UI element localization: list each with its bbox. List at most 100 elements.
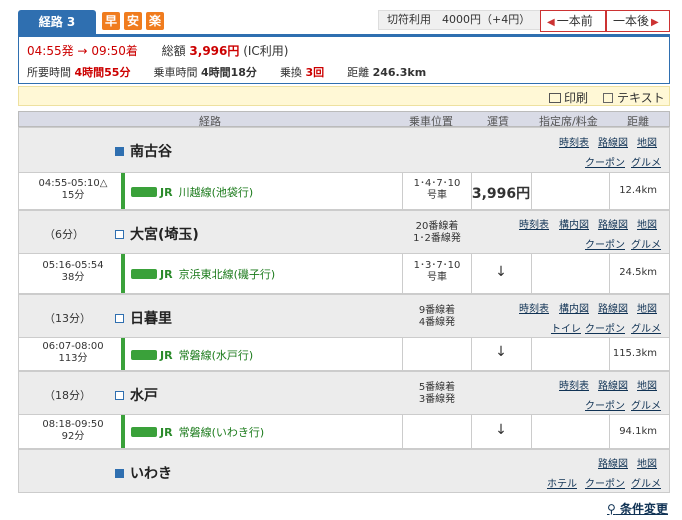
route-header: 経路 3 早 安 楽 切符利用 4000円（+4円） ◀ 一本前 一本後 ▶: [18, 10, 670, 34]
gourmet-link[interactable]: グルメ: [631, 236, 661, 251]
gourmet-link[interactable]: グルメ: [631, 320, 661, 335]
segment-distance: 94.1km: [619, 426, 657, 437]
gourmet-link[interactable]: グルメ: [631, 154, 661, 169]
route-tab[interactable]: 経路 3: [18, 10, 96, 34]
coupon-link[interactable]: クーポン: [585, 475, 625, 490]
route-map-link[interactable]: 路線図: [598, 377, 628, 392]
summary-line-2: 所要時間 4時間55分 乗車時間 4時間18分 乗換 3回 距離 246.3km: [27, 64, 426, 80]
rail-line-bar: [121, 338, 125, 370]
print-toolbar: 印刷 テキスト: [18, 86, 670, 106]
gourmet-link[interactable]: グルメ: [631, 475, 661, 490]
rail-line-bar: [121, 415, 125, 448]
line-name: 川越線(池袋行): [178, 186, 254, 199]
timetable-link[interactable]: 時刻表: [559, 134, 589, 149]
coupon-link[interactable]: クーポン: [585, 397, 625, 412]
coupon-link[interactable]: クーポン: [585, 320, 625, 335]
segment-row: 08:18-09:50 92分 JR 常磐線(いわき行) ↓ 94.1km: [18, 415, 670, 449]
station-square-icon: [115, 391, 124, 400]
train-icon: [131, 187, 157, 197]
segment-time: 08:18-09:50 92分: [33, 419, 113, 443]
station-name[interactable]: 日暮里: [115, 308, 172, 328]
route-table: 経路 乗車位置 運賃 指定席/料金 距離 南古谷 時刻表 路線図 地図 クーポン…: [18, 111, 670, 493]
gourmet-link[interactable]: グルメ: [631, 397, 661, 412]
map-link[interactable]: 地図: [637, 455, 657, 470]
car-label: 号車: [427, 190, 447, 201]
coupon-link[interactable]: クーポン: [585, 154, 625, 169]
transfer-wait: （13分）: [44, 312, 91, 325]
station-name-label: 南古谷: [130, 144, 172, 160]
route-map-link[interactable]: 路線図: [598, 300, 628, 315]
station-square-icon: [115, 230, 124, 239]
cheapest-badge: 安: [124, 12, 142, 30]
station-name-label: 大宮(埼玉): [130, 227, 199, 243]
arrival-platform: 9番線着: [418, 305, 456, 316]
station-name-label: いわき: [130, 466, 172, 482]
triangle-left-icon: ◀: [547, 17, 555, 28]
summary-line-1: 04:55発 → 09:50着 総額 3,996円 (IC利用): [27, 42, 289, 59]
route-map-link[interactable]: 路線図: [598, 134, 628, 149]
segment-row: 05:16-05:54 38分 JR 京浜東北線(磯子行) 1･3･7･10 号車 ↓…: [18, 254, 670, 294]
boarding-position: 1･3･7･10 号車: [402, 260, 472, 284]
train-info[interactable]: JR 川越線(池袋行): [131, 184, 253, 200]
time-minutes: 92分: [61, 431, 85, 442]
station-name[interactable]: 南古谷: [115, 141, 172, 161]
station-name[interactable]: 水戸: [115, 385, 158, 405]
coupon-link[interactable]: クーポン: [585, 236, 625, 251]
hotel-link[interactable]: ホテル: [547, 475, 577, 490]
car-numbers: 1･3･7･10: [413, 260, 461, 271]
arrow-icon: →: [77, 44, 88, 58]
duration-label: 所要時間: [27, 66, 71, 79]
rail-line-bar: [121, 254, 125, 293]
platform-info: 20番線着 1･2番線発: [402, 221, 472, 245]
departure-platform: 1･2番線発: [413, 233, 461, 244]
depart-time: 04:55発: [27, 44, 74, 58]
next-train-button[interactable]: 一本後 ▶: [606, 10, 670, 32]
line-name: 常磐線(水戸行): [178, 349, 254, 362]
arrival-platform: 5番線着: [418, 382, 456, 393]
station-square-icon: [115, 147, 124, 156]
arrive-time: 09:50着: [91, 44, 138, 58]
fare-mode-label: 切符利用 4000円（+4円）: [378, 10, 548, 30]
boarding-position: 1･4･7･10 号車: [402, 178, 472, 202]
route-map-link[interactable]: 路線図: [598, 455, 628, 470]
condition-change-label: 条件変更: [619, 502, 668, 516]
segment-time: 05:16-05:54 38分: [33, 260, 113, 284]
distance-value: 246.3km: [372, 66, 427, 79]
jr-label: JR: [160, 349, 173, 362]
stop-row: いわき 路線図 地図 ホテル クーポン グルメ: [18, 449, 670, 493]
train-info[interactable]: JR 常磐線(いわき行): [131, 424, 264, 440]
prev-train-button[interactable]: ◀ 一本前: [540, 10, 606, 32]
timetable-link[interactable]: 時刻表: [559, 377, 589, 392]
fare-value: 3,996円: [189, 44, 240, 58]
distance-label: 距離: [347, 66, 370, 79]
print-button[interactable]: 印刷: [549, 89, 588, 106]
segment-row: 06:07-08:00 113分 JR 常磐線(水戸行) ↓ 115.3km: [18, 338, 670, 371]
route-map-link[interactable]: 路線図: [598, 216, 628, 231]
station-map-link[interactable]: 構内図: [559, 300, 589, 315]
stop-row: （18分） 水戸 5番線着 3番線発 時刻表 路線図 地図 クーポン グルメ: [18, 371, 670, 415]
condition-change-link[interactable]: ⚲ 条件変更: [607, 500, 668, 517]
train-info[interactable]: JR 京浜東北線(磯子行): [131, 266, 275, 282]
station-name[interactable]: いわき: [115, 463, 172, 483]
text-checkbox[interactable]: テキスト: [603, 89, 665, 106]
fastest-badge: 早: [102, 12, 120, 30]
toilet-link[interactable]: トイレ: [551, 320, 581, 335]
timetable-link[interactable]: 時刻表: [519, 300, 549, 315]
station-name-label: 日暮里: [130, 311, 172, 327]
station-name[interactable]: 大宮(埼玉): [115, 224, 199, 244]
map-link[interactable]: 地図: [637, 134, 657, 149]
down-arrow-icon: ↓: [495, 344, 507, 360]
printer-icon: [549, 93, 561, 103]
prev-train-label: 一本前: [556, 14, 593, 28]
map-link[interactable]: 地図: [637, 300, 657, 315]
transfer-wait: （6分）: [44, 228, 84, 241]
line-name: 京浜東北線(磯子行): [178, 268, 276, 281]
train-icon: [131, 427, 157, 437]
segment-distance: 115.3km: [612, 348, 657, 359]
timetable-link[interactable]: 時刻表: [519, 216, 549, 231]
train-info[interactable]: JR 常磐線(水戸行): [131, 347, 253, 363]
map-link[interactable]: 地図: [637, 377, 657, 392]
fare-label: 総額: [161, 44, 186, 58]
map-link[interactable]: 地図: [637, 216, 657, 231]
station-map-link[interactable]: 構内図: [559, 216, 589, 231]
